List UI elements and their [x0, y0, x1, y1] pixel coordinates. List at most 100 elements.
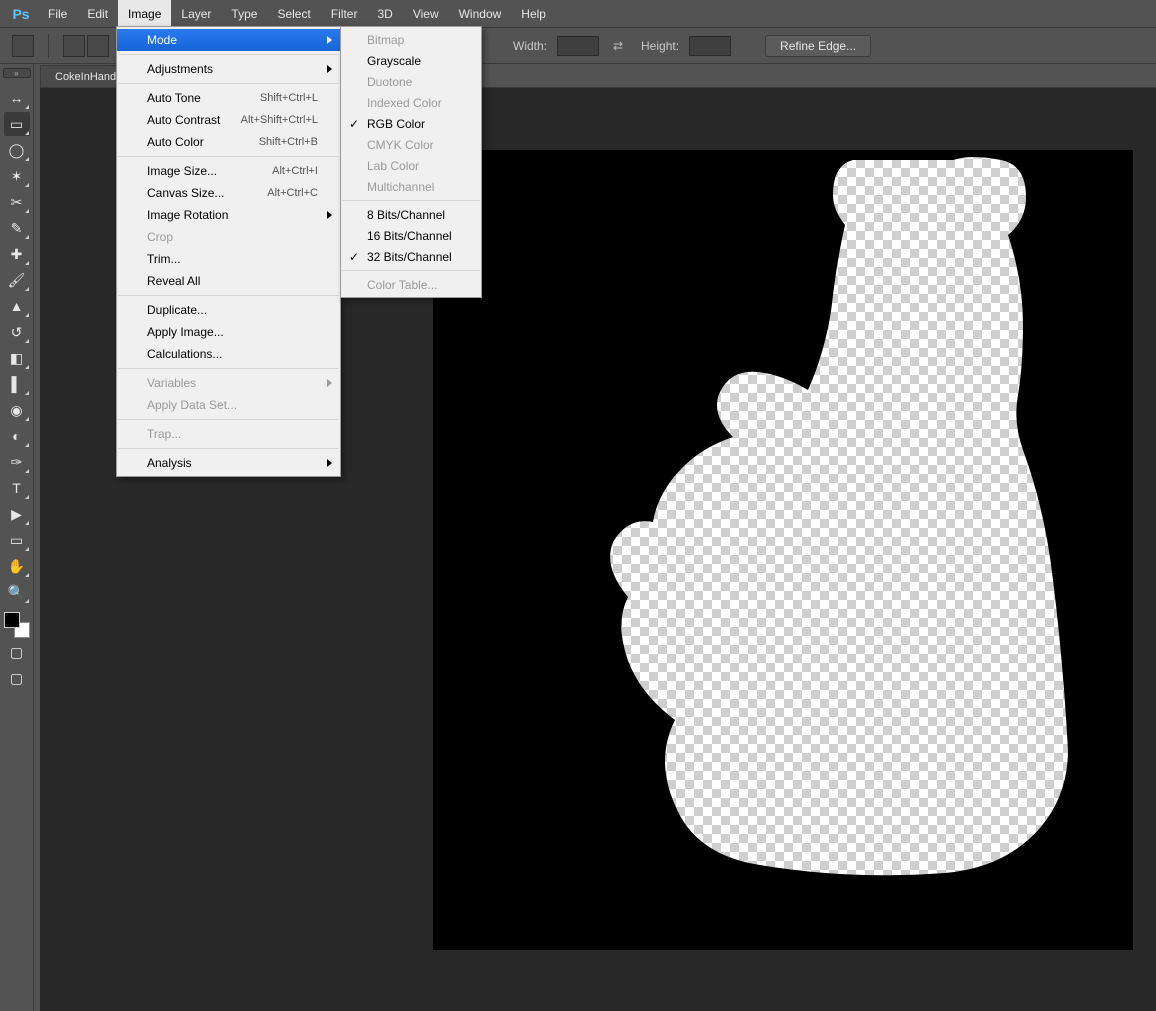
- menu-file[interactable]: File: [38, 0, 77, 27]
- submenu-pip-icon: [25, 287, 29, 291]
- quick-select-tool[interactable]: ✶: [4, 164, 30, 188]
- width-input[interactable]: [557, 36, 599, 56]
- menu-item-label: Apply Data Set...: [147, 398, 318, 412]
- submenu-pip-icon: [25, 469, 29, 473]
- mode-item-16-bits-channel[interactable]: 16 Bits/Channel: [341, 225, 481, 246]
- menu-3d[interactable]: 3D: [367, 0, 402, 27]
- selection-new[interactable]: [63, 35, 85, 57]
- mode-item-multichannel: Multichannel: [341, 176, 481, 197]
- move-tool[interactable]: ↔: [4, 86, 30, 110]
- menu-item-shortcut: Alt+Ctrl+C: [267, 187, 318, 199]
- mode-item-label: Bitmap: [367, 33, 404, 47]
- menu-item-canvas-size[interactable]: Canvas Size...Alt+Ctrl+C: [117, 182, 340, 204]
- type-tool[interactable]: T: [4, 476, 30, 500]
- path-select-tool[interactable]: ▶: [4, 502, 30, 526]
- quickmask-icon[interactable]: ▢: [4, 640, 30, 664]
- tool-preset-icon[interactable]: [12, 35, 34, 57]
- submenu-pip-icon: [25, 547, 29, 551]
- screenmode-icon[interactable]: ▢: [4, 666, 30, 690]
- pen-tool-icon: ✑: [11, 454, 23, 471]
- color-swatches[interactable]: [4, 612, 30, 638]
- swap-icon[interactable]: ⇄: [609, 37, 627, 55]
- submenu-pip-icon: [25, 131, 29, 135]
- submenu-pip-icon: [25, 573, 29, 577]
- hand-tool[interactable]: ✋: [4, 554, 30, 578]
- healing-tool[interactable]: ✚: [4, 242, 30, 266]
- height-label: Height:: [641, 39, 679, 53]
- eyedropper-tool[interactable]: ✎: [4, 216, 30, 240]
- panel-toggle-icon[interactable]: »: [3, 68, 31, 78]
- selection-add[interactable]: [87, 35, 109, 57]
- menu-item-label: Image Size...: [147, 164, 272, 178]
- menu-help[interactable]: Help: [511, 0, 556, 27]
- menu-image[interactable]: Image: [118, 0, 171, 27]
- menu-item-adjustments[interactable]: Adjustments: [117, 58, 340, 80]
- mode-item-cmyk-color: CMYK Color: [341, 134, 481, 155]
- marquee-tool[interactable]: ▭: [4, 112, 30, 136]
- refine-edge-button[interactable]: Refine Edge...: [765, 35, 871, 57]
- crop-tool[interactable]: ✂: [4, 190, 30, 214]
- submenu-pip-icon: [25, 599, 29, 603]
- menu-window[interactable]: Window: [449, 0, 512, 27]
- menu-item-reveal-all[interactable]: Reveal All: [117, 270, 340, 292]
- menu-item-image-size[interactable]: Image Size...Alt+Ctrl+I: [117, 160, 340, 182]
- mode-item-8-bits-channel[interactable]: 8 Bits/Channel: [341, 204, 481, 225]
- menu-item-apply-image[interactable]: Apply Image...: [117, 321, 340, 343]
- menu-item-auto-tone[interactable]: Auto ToneShift+Ctrl+L: [117, 87, 340, 109]
- shape-tool-icon: ▭: [10, 532, 23, 549]
- document-canvas[interactable]: [433, 150, 1133, 950]
- shape-tool[interactable]: ▭: [4, 528, 30, 552]
- menu-layer[interactable]: Layer: [171, 0, 221, 27]
- gradient-tool[interactable]: ▌: [4, 372, 30, 396]
- history-brush-tool[interactable]: ↺: [4, 320, 30, 344]
- eraser-tool-icon: ◧: [10, 350, 23, 367]
- menu-item-shortcut: Alt+Ctrl+I: [272, 165, 318, 177]
- eraser-tool[interactable]: ◧: [4, 346, 30, 370]
- menu-item-label: Adjustments: [147, 62, 318, 76]
- stamp-tool[interactable]: ▲: [4, 294, 30, 318]
- menu-item-auto-color[interactable]: Auto ColorShift+Ctrl+B: [117, 131, 340, 153]
- menu-separator: [342, 200, 480, 201]
- brush-tool-icon: 🖌: [8, 272, 26, 289]
- submenu-pip-icon: [25, 183, 29, 187]
- mode-item-32-bits-channel[interactable]: ✓32 Bits/Channel: [341, 246, 481, 267]
- menu-item-analysis[interactable]: Analysis: [117, 452, 340, 474]
- zoom-tool[interactable]: 🔍: [4, 580, 30, 604]
- height-input[interactable]: [689, 36, 731, 56]
- marquee-tool-icon: ▭: [10, 116, 23, 133]
- menu-item-trim[interactable]: Trim...: [117, 248, 340, 270]
- smudge-tool-icon: ◉: [10, 402, 22, 419]
- divider: [48, 34, 49, 58]
- menu-item-mode[interactable]: Mode: [117, 29, 340, 51]
- menu-view[interactable]: View: [403, 0, 449, 27]
- move-tool-icon: ↔: [10, 90, 24, 106]
- menu-type[interactable]: Type: [221, 0, 267, 27]
- menu-select[interactable]: Select: [267, 0, 320, 27]
- menu-item-auto-contrast[interactable]: Auto ContrastAlt+Shift+Ctrl+L: [117, 109, 340, 131]
- submenu-pip-icon: [25, 261, 29, 265]
- pen-tool[interactable]: ✑: [4, 450, 30, 474]
- menu-filter[interactable]: Filter: [321, 0, 368, 27]
- smudge-tool[interactable]: ◉: [4, 398, 30, 422]
- lasso-tool[interactable]: ◯: [4, 138, 30, 162]
- mode-item-rgb-color[interactable]: ✓RGB Color: [341, 113, 481, 134]
- mode-item-lab-color: Lab Color: [341, 155, 481, 176]
- submenu-arrow-icon: [327, 459, 332, 467]
- brush-tool[interactable]: 🖌: [4, 268, 30, 292]
- menu-item-image-rotation[interactable]: Image Rotation: [117, 204, 340, 226]
- screenmode-icon-glyph: ▢: [10, 670, 23, 687]
- menu-edit[interactable]: Edit: [77, 0, 118, 27]
- mode-item-label: Lab Color: [367, 159, 419, 173]
- submenu-pip-icon: [25, 339, 29, 343]
- mode-item-grayscale[interactable]: Grayscale: [341, 50, 481, 71]
- foreground-swatch[interactable]: [4, 612, 20, 628]
- mode-item-color-table: Color Table...: [341, 274, 481, 295]
- menu-item-duplicate[interactable]: Duplicate...: [117, 299, 340, 321]
- menu-item-label: Auto Color: [147, 135, 259, 149]
- submenu-pip-icon: [25, 443, 29, 447]
- menu-item-calculations[interactable]: Calculations...: [117, 343, 340, 365]
- dodge-tool[interactable]: ◐: [4, 424, 30, 448]
- mode-item-label: 16 Bits/Channel: [367, 229, 452, 243]
- mode-item-label: RGB Color: [367, 117, 425, 131]
- menu-item-variables: Variables: [117, 372, 340, 394]
